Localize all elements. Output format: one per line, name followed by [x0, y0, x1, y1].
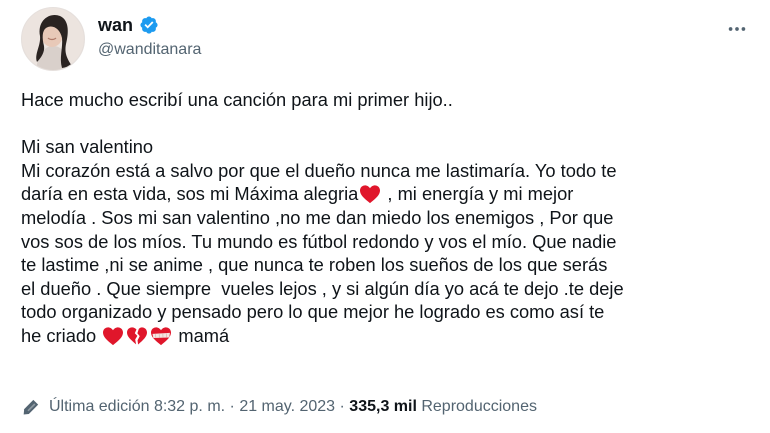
- author-display-name[interactable]: wan: [98, 15, 133, 36]
- tweet-line: todo organizado y pensado pero lo que me…: [21, 301, 605, 323]
- tweet-line: he criado mamá: [21, 324, 751, 348]
- avatar[interactable]: [21, 7, 85, 71]
- tweet-line-text: mamá: [173, 324, 230, 346]
- tweet-line: daría en esta vida, sos mi Máxima alegri…: [21, 182, 751, 206]
- tweet-time[interactable]: 8:32 p. m.: [154, 398, 225, 416]
- tweet-card: wan @wanditanara Hace mucho escribí una …: [0, 0, 770, 433]
- more-options-button[interactable]: [720, 12, 754, 46]
- profile-photo-icon: [22, 8, 84, 70]
- tweet-intro: Hace mucho escribí una canción para mi p…: [21, 89, 453, 110]
- meta-separator: ·: [335, 398, 350, 415]
- tweet-date[interactable]: 21 may. 2023: [239, 398, 335, 416]
- tweet-line: te lastime ,ni se anime , que nunca te r…: [21, 254, 608, 276]
- views-label: Reproducciones: [416, 398, 537, 415]
- verified-badge-icon: [139, 15, 159, 35]
- author-handle[interactable]: @wanditanara: [98, 41, 201, 59]
- pencil-icon: [23, 399, 39, 415]
- tweet-line: el dueño . Que siempre vueles lejos , y …: [21, 277, 624, 299]
- tweet-line: melodía . Sos mi san valentino ,no me da…: [21, 206, 614, 228]
- tweet-line-text: he criado: [21, 324, 97, 346]
- red-heart-icon: [103, 327, 124, 346]
- last-edit-label[interactable]: Última edición: [49, 398, 149, 416]
- meta-separator: ·: [225, 398, 240, 415]
- views-count: 335,3 mil: [349, 398, 417, 415]
- mending-heart-icon: [151, 327, 172, 346]
- author-name-row: wan: [98, 13, 201, 37]
- broken-heart-icon: [127, 327, 148, 345]
- tweet-author: wan @wanditanara: [98, 13, 201, 59]
- tweet-metadata: Última edición 8:32 p. m. · 21 may. 2023…: [21, 397, 537, 417]
- tweet-text: Hace mucho escribí una canción para mi p…: [21, 88, 751, 348]
- tweet-title: Mi san valentino: [21, 136, 154, 158]
- red-heart-icon: [360, 185, 381, 204]
- tweet-line: vos sos de los míos. Tu mundo es fútbol …: [21, 230, 617, 252]
- more-icon: [728, 27, 746, 31]
- tweet-line-text: daría en esta vida, sos mi Máxima alegri…: [21, 183, 359, 205]
- tweet-line-text: , mi energía y mi mejor: [382, 183, 574, 205]
- tweet-line: Mi corazón está a salvo por que el dueño…: [21, 159, 617, 181]
